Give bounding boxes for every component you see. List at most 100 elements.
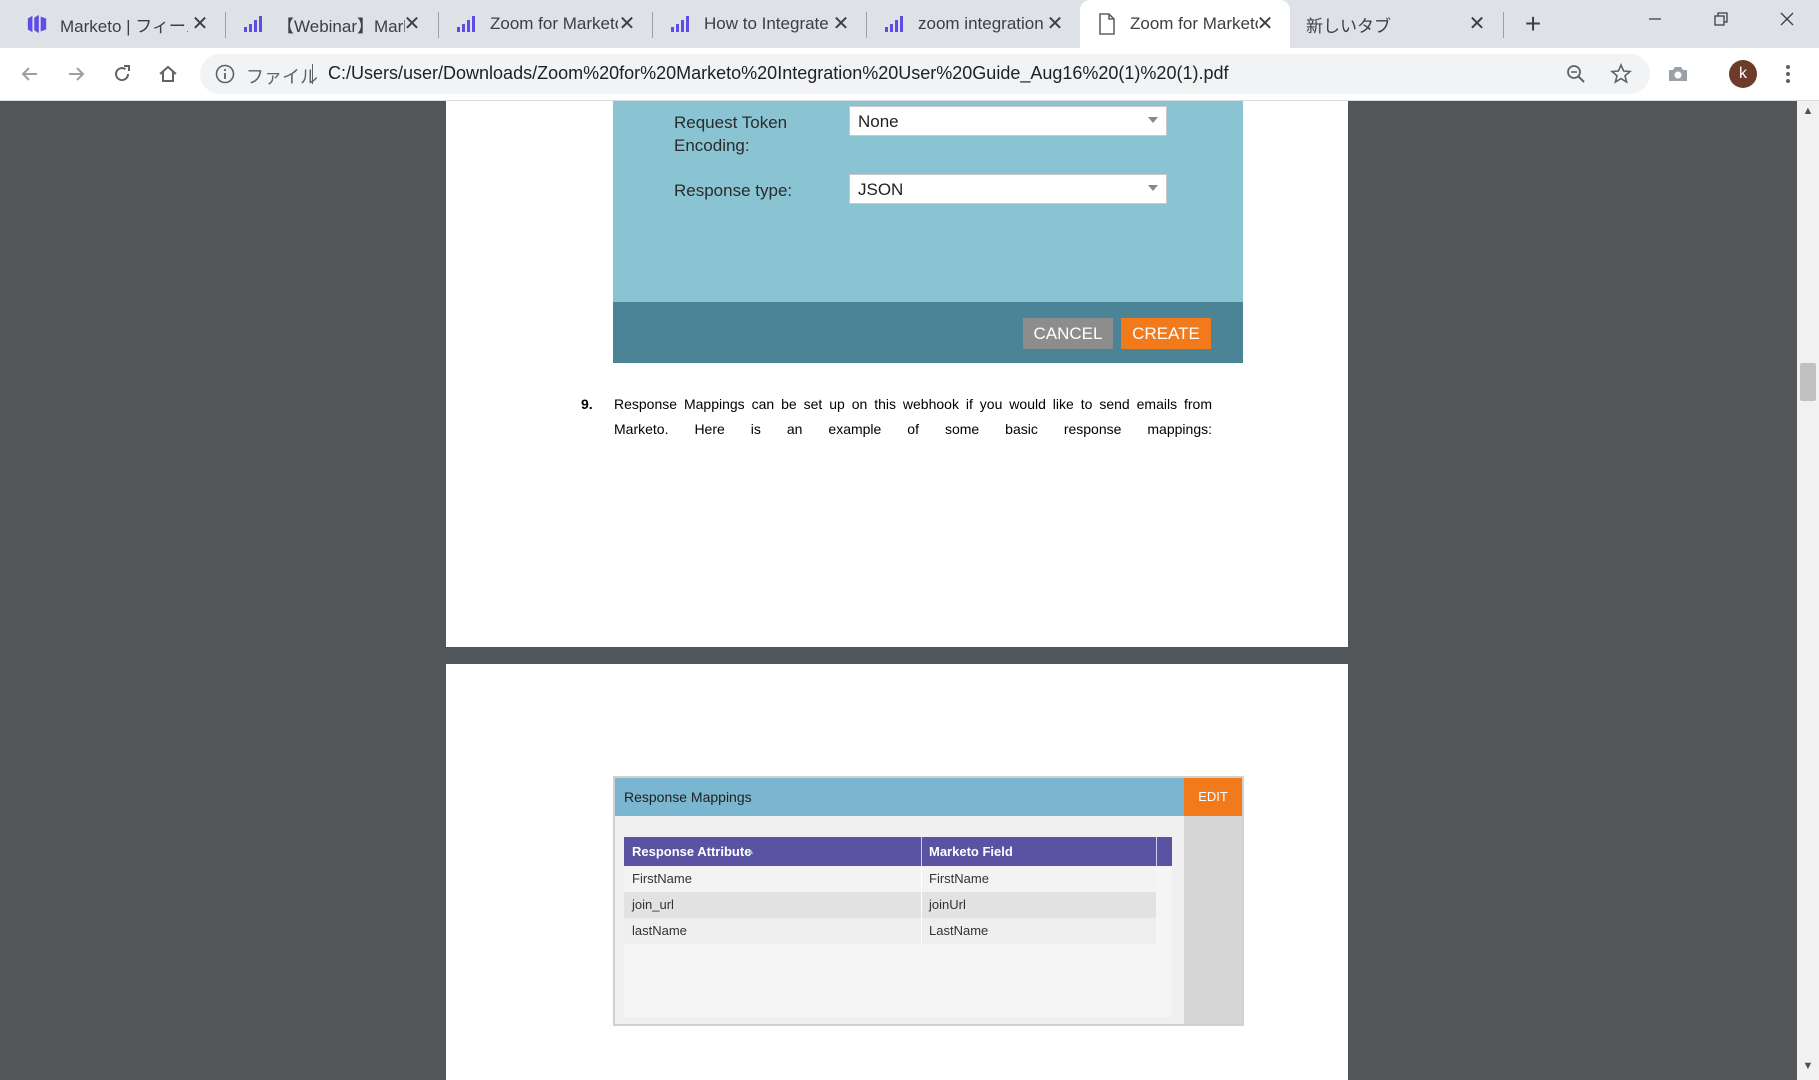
avatar[interactable]: k bbox=[1729, 60, 1757, 88]
pdf-page: Response Mappings EDIT Response Attribut… bbox=[446, 664, 1348, 1080]
edit-button: EDIT bbox=[1184, 778, 1242, 816]
table-row: join_url joinUrl bbox=[624, 892, 1156, 918]
document-icon bbox=[1096, 13, 1118, 35]
tab-how-to-integrate[interactable]: How to Integrate ✕ bbox=[654, 0, 866, 48]
tab-title: Marketo | フィールド bbox=[60, 16, 188, 36]
pdf-page: Request Token Encoding: None Response ty… bbox=[446, 101, 1348, 647]
response-type-label: Response type: bbox=[674, 181, 793, 200]
forward-arrow-icon bbox=[69, 67, 85, 81]
close-icon[interactable]: ✕ bbox=[1044, 13, 1066, 35]
info-icon bbox=[215, 64, 235, 84]
tab-title: zoom integration bbox=[918, 14, 1044, 33]
create-button: CREATE bbox=[1121, 318, 1211, 349]
bars-icon bbox=[456, 13, 478, 35]
close-icon[interactable]: ✕ bbox=[1466, 13, 1488, 35]
browser-toolbar: ファイル C:/Users/user/Downloads/Zoom%20for%… bbox=[0, 48, 1819, 101]
encoding-label: Request Token bbox=[674, 113, 788, 132]
tab-zoom-integration[interactable]: zoom integration ✕ bbox=[868, 0, 1080, 48]
close-icon[interactable]: ✕ bbox=[401, 13, 423, 35]
tab-separator bbox=[652, 12, 653, 38]
close-icon[interactable]: ✕ bbox=[1254, 13, 1276, 35]
kebab-menu-icon bbox=[1786, 65, 1790, 83]
column-divider bbox=[921, 866, 922, 947]
response-type-select: JSON bbox=[849, 174, 1167, 204]
tab-webinar[interactable]: 【Webinar】Marketo ✕ bbox=[227, 0, 437, 48]
address-bar[interactable]: ファイル C:/Users/user/Downloads/Zoom%20for%… bbox=[200, 54, 1650, 94]
tab-title: How to Integrate bbox=[704, 14, 829, 33]
mappings-side-panel bbox=[1184, 816, 1242, 1024]
bookmark-star-icon bbox=[1610, 63, 1632, 84]
encoding-select: None bbox=[849, 106, 1167, 136]
chevron-down-icon bbox=[1148, 117, 1158, 123]
table-cell: FirstName bbox=[632, 871, 692, 886]
omnibox-separator bbox=[312, 64, 313, 84]
tab-marketo-fields[interactable]: Marketo | フィールド ✕ bbox=[0, 0, 225, 48]
table-cell: lastName bbox=[632, 923, 687, 938]
close-icon[interactable]: ✕ bbox=[189, 13, 211, 35]
close-icon bbox=[1780, 12, 1794, 26]
forward-button[interactable] bbox=[60, 58, 92, 90]
table-row: FirstName FirstName bbox=[624, 866, 1156, 892]
tab-title: Zoom for Marketo bbox=[490, 14, 618, 33]
bars-icon bbox=[670, 13, 692, 35]
tab-separator bbox=[438, 12, 439, 38]
minimize-button[interactable] bbox=[1630, 6, 1680, 36]
reload-icon bbox=[115, 65, 130, 82]
tab-separator bbox=[225, 12, 226, 38]
zoom-out-icon bbox=[1567, 65, 1585, 83]
url-text[interactable]: C:/Users/user/Downloads/Zoom%20for%20Mar… bbox=[328, 63, 1228, 84]
tab-title: 【Webinar】Marketo bbox=[277, 16, 405, 36]
response-mappings-image: Response Mappings EDIT Response Attribut… bbox=[613, 776, 1244, 1026]
table-cell: join_url bbox=[632, 897, 674, 912]
scheme-label: ファイル bbox=[246, 67, 318, 87]
bars-icon bbox=[884, 13, 906, 35]
marketo-icon bbox=[26, 13, 48, 35]
new-tab-button[interactable]: + bbox=[1519, 10, 1547, 38]
scrollbar-thumb[interactable] bbox=[1800, 363, 1816, 401]
table-cell: FirstName bbox=[929, 871, 989, 886]
column-header: Response Attribute bbox=[632, 844, 752, 859]
scrollbar[interactable]: ▲ ▼ bbox=[1797, 101, 1819, 1080]
column-header: Marketo Field bbox=[929, 844, 1013, 859]
tab-separator bbox=[1503, 12, 1504, 38]
column-divider bbox=[1156, 837, 1157, 866]
pdf-viewer[interactable]: Request Token Encoding: None Response ty… bbox=[0, 101, 1819, 1080]
restore-icon bbox=[1714, 12, 1728, 26]
minimize-icon bbox=[1649, 18, 1661, 20]
home-icon bbox=[159, 65, 177, 82]
encoding-label-line2: Encoding: bbox=[674, 136, 750, 155]
close-window-button[interactable] bbox=[1762, 6, 1812, 36]
reload-button[interactable] bbox=[106, 58, 138, 90]
tab-title: 新しいタブ bbox=[1306, 16, 1391, 36]
close-icon[interactable]: ✕ bbox=[616, 13, 638, 35]
chevron-down-icon bbox=[1148, 185, 1158, 191]
mappings-title: Response Mappings bbox=[624, 789, 752, 805]
mappings-header: Response Mappings bbox=[615, 778, 1184, 816]
menu-button[interactable] bbox=[1772, 58, 1804, 90]
webhook-form-image: Request Token Encoding: None Response ty… bbox=[613, 101, 1243, 302]
table-row: lastName LastName bbox=[624, 918, 1156, 944]
camera-icon bbox=[1669, 67, 1687, 81]
close-icon[interactable]: ✕ bbox=[830, 13, 852, 35]
bars-icon bbox=[243, 13, 265, 35]
encoding-value: None bbox=[858, 112, 899, 131]
tab-zoom-for-marketo[interactable]: Zoom for Marketo ✕ bbox=[440, 0, 652, 48]
camera-button[interactable] bbox=[1662, 58, 1694, 90]
back-button[interactable] bbox=[14, 58, 46, 90]
cancel-button: CANCEL bbox=[1023, 318, 1113, 349]
scroll-up-arrow-icon[interactable]: ▲ bbox=[1797, 105, 1819, 121]
restore-button[interactable] bbox=[1696, 6, 1746, 36]
tab-zoom-for-marketo-pdf[interactable]: Zoom for Marketo ✕ bbox=[1080, 0, 1290, 48]
table-cell: joinUrl bbox=[929, 897, 966, 912]
tab-strip: Marketo | フィールド ✕ 【Webinar】Marketo ✕ Zoo… bbox=[0, 0, 1819, 48]
back-arrow-icon bbox=[21, 67, 37, 81]
table-cell: LastName bbox=[929, 923, 989, 938]
webhook-form-footer: CANCEL CREATE bbox=[613, 302, 1243, 363]
scroll-down-arrow-icon[interactable]: ▼ bbox=[1797, 1060, 1819, 1076]
table-header: Response Attribute ▲ Marketo Field bbox=[624, 837, 1172, 866]
home-button[interactable] bbox=[152, 58, 184, 90]
tab-new-tab[interactable]: 新しいタブ ✕ bbox=[1290, 0, 1502, 48]
tab-separator bbox=[866, 12, 867, 38]
step-text-line2: Marketo. Here is an example of some basi… bbox=[614, 421, 1212, 437]
column-divider bbox=[921, 837, 922, 866]
